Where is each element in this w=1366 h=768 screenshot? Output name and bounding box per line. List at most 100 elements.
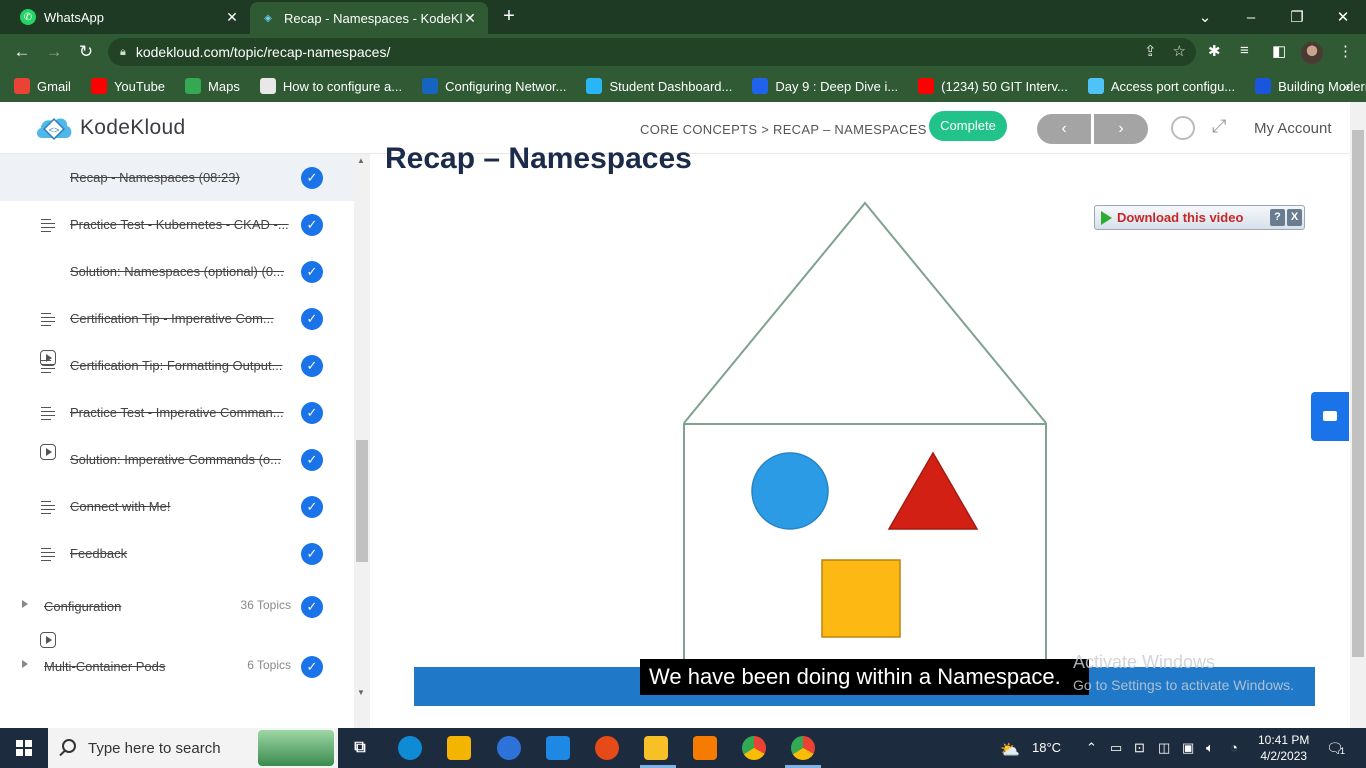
- course-section[interactable]: Configuration 36 Topics ✓: [0, 587, 354, 627]
- temperature[interactable]: 18°C: [1032, 740, 1061, 755]
- svg-text:<>: <>: [49, 125, 60, 135]
- system-clock[interactable]: 10:41 PM 4/2/2023: [1258, 732, 1309, 764]
- volume-icon[interactable]: 🔈︎: [1206, 740, 1214, 756]
- tab-close-icon[interactable]: ✕: [224, 9, 240, 26]
- scroll-down-icon[interactable]: ▼: [357, 688, 365, 697]
- bookmark-item[interactable]: YouTube: [90, 78, 166, 94]
- tab-search-icon[interactable]: ⌄: [1182, 0, 1228, 34]
- complete-button[interactable]: Complete: [929, 111, 1007, 141]
- taskbar-search-input[interactable]: Type here to search: [48, 728, 338, 768]
- bookmark-star-icon[interactable]: ☆: [1173, 42, 1186, 60]
- lesson-item[interactable]: Solution: Imperative Commands (o... ✓: [0, 436, 354, 648]
- display-icon[interactable]: ▣: [1182, 740, 1194, 756]
- lesson-item[interactable]: Practice Test - Imperative Comman... ✓: [0, 389, 354, 436]
- back-icon[interactable]: ←: [10, 40, 34, 64]
- snail-app-icon[interactable]: [595, 736, 619, 760]
- minimize-icon[interactable]: –: [1228, 0, 1274, 34]
- bookmark-item[interactable]: Configuring Networ...: [422, 78, 566, 94]
- edge-icon[interactable]: [398, 736, 422, 760]
- lesson-item[interactable]: Connect with Me! ✓: [0, 483, 354, 530]
- side-panel-icon[interactable]: ◧: [1272, 42, 1286, 60]
- extensions-icon[interactable]: ✱: [1208, 42, 1221, 60]
- wifi-icon[interactable]: ◔: [1230, 740, 1238, 755]
- profile-avatar[interactable]: [1301, 42, 1323, 64]
- bookmark-item[interactable]: Maps: [185, 78, 240, 94]
- bookmark-item[interactable]: How to configure a...: [259, 78, 403, 94]
- share-icon[interactable]: ⇪: [1144, 42, 1157, 60]
- next-lesson-button[interactable]: ›: [1094, 114, 1148, 144]
- completed-check-icon: ✓: [301, 448, 323, 471]
- logo-text: KodeKloud: [80, 116, 186, 139]
- gmail-icon: [14, 78, 30, 94]
- windows-start-icon[interactable]: [16, 740, 32, 756]
- bookmark-item[interactable]: (1234) 50 GIT Interv...: [918, 78, 1068, 94]
- lesson-item[interactable]: Feedback ✓: [0, 530, 354, 577]
- kodekloud-logo-icon: <>: [36, 118, 72, 140]
- forward-icon[interactable]: →: [42, 40, 66, 64]
- media-icon[interactable]: ≡: [1240, 42, 1249, 59]
- task-view-icon[interactable]: ⧉: [348, 736, 372, 760]
- chrome-active-icon[interactable]: [791, 736, 815, 760]
- store-icon[interactable]: [447, 736, 471, 760]
- settings-app-icon[interactable]: [693, 736, 717, 760]
- tab-kodekloud[interactable]: ◈ Recap - Namespaces - KodeKloud ✕: [250, 2, 488, 34]
- bookmark-item[interactable]: Student Dashboard...: [586, 78, 732, 94]
- bookmark-label: Building Modern Py...: [1278, 78, 1366, 94]
- tab-whatsapp[interactable]: ✆ WhatsApp ✕: [10, 0, 250, 34]
- battery-icon[interactable]: ▭: [1110, 740, 1122, 756]
- page-scroll-thumb[interactable]: [1352, 130, 1364, 657]
- c-icon: [1255, 78, 1272, 94]
- text-lesson-icon: [40, 546, 56, 562]
- fullscreen-icon[interactable]: ⤢: [1212, 116, 1226, 137]
- camera-icon[interactable]: ◫: [1158, 740, 1170, 756]
- lesson-item[interactable]: Certification Tip: Formatting Output... ✓: [0, 342, 354, 389]
- course-section[interactable]: Multi-Container Pods 6 Topics ✓: [0, 647, 354, 687]
- url-bar[interactable]: 🔒︎ kodekloud.com/topic/recap-namespaces/…: [108, 38, 1196, 66]
- expand-arrow-icon[interactable]: [22, 600, 28, 608]
- bookmarks-overflow-icon[interactable]: »: [1342, 78, 1350, 94]
- video-player[interactable]: [385, 196, 1330, 708]
- tab-title: WhatsApp: [44, 9, 104, 25]
- menu-icon[interactable]: ⋮: [1338, 42, 1353, 60]
- my-account-link[interactable]: My Account: [1254, 120, 1332, 137]
- chrome-icon[interactable]: [742, 736, 766, 760]
- lesson-item[interactable]: Recap - Namespaces (08:23) ✓: [0, 154, 354, 366]
- kodekloud-logo[interactable]: <> KodeKloud: [34, 114, 185, 142]
- new-tab-button[interactable]: +: [498, 6, 520, 28]
- bookmark-item[interactable]: Access port configu...: [1087, 78, 1235, 94]
- kodekloud-icon: [586, 78, 603, 94]
- bookmark-label: Day 9 : Deep Dive i...: [775, 78, 899, 94]
- scroll-up-icon[interactable]: ▲: [357, 156, 365, 165]
- sidebar-scroll-thumb[interactable]: [356, 440, 368, 562]
- tab-close-icon[interactable]: ✕: [462, 10, 478, 27]
- bookmark-item[interactable]: Day 9 : Deep Dive i...: [752, 78, 898, 94]
- breadcrumb: CORE CONCEPTS > RECAP – NAMESPACES: [640, 122, 927, 137]
- close-window-icon[interactable]: ✕: [1320, 0, 1366, 34]
- bookmark-item[interactable]: Gmail: [14, 78, 71, 94]
- show-hidden-icons[interactable]: ⌃: [1086, 740, 1097, 756]
- restore-icon[interactable]: ❐: [1274, 0, 1320, 34]
- mail-icon[interactable]: [546, 736, 570, 760]
- section-title: Configuration: [44, 599, 122, 614]
- close-icon[interactable]: X: [1287, 209, 1302, 226]
- lesson-title: Solution: Namespaces (optional) (0...: [70, 264, 284, 279]
- bookmark-label: YouTube: [113, 78, 166, 94]
- lesson-item[interactable]: Solution: Namespaces (optional) (0... ✓: [0, 248, 354, 460]
- lightshot-icon[interactable]: [497, 736, 521, 760]
- network-adapter-icon[interactable]: ⊡: [1134, 740, 1145, 756]
- bookmark-label: (1234) 50 GIT Interv...: [941, 78, 1068, 94]
- expand-arrow-icon[interactable]: [22, 660, 28, 668]
- help-icon[interactable]: ?: [1270, 209, 1285, 226]
- download-video-button[interactable]: Download this video ? X: [1094, 205, 1305, 230]
- dark-mode-icon[interactable]: [1171, 116, 1195, 140]
- weather-icon[interactable]: ⛅: [1000, 740, 1020, 760]
- file-explorer-icon[interactable]: [644, 736, 668, 760]
- bookmark-label: How to configure a...: [282, 78, 403, 94]
- completed-check-icon: ✓: [301, 354, 323, 377]
- watermark-title: Activate Windows: [1073, 652, 1216, 672]
- lesson-item[interactable]: Practice Test - Kubernetes - CKAD -... ✓: [0, 201, 354, 248]
- chat-widget-icon[interactable]: [1311, 392, 1349, 441]
- previous-lesson-button[interactable]: ‹: [1037, 114, 1091, 144]
- reload-icon[interactable]: ↻: [74, 40, 98, 64]
- lesson-item[interactable]: Certification Tip - Imperative Com... ✓: [0, 295, 354, 342]
